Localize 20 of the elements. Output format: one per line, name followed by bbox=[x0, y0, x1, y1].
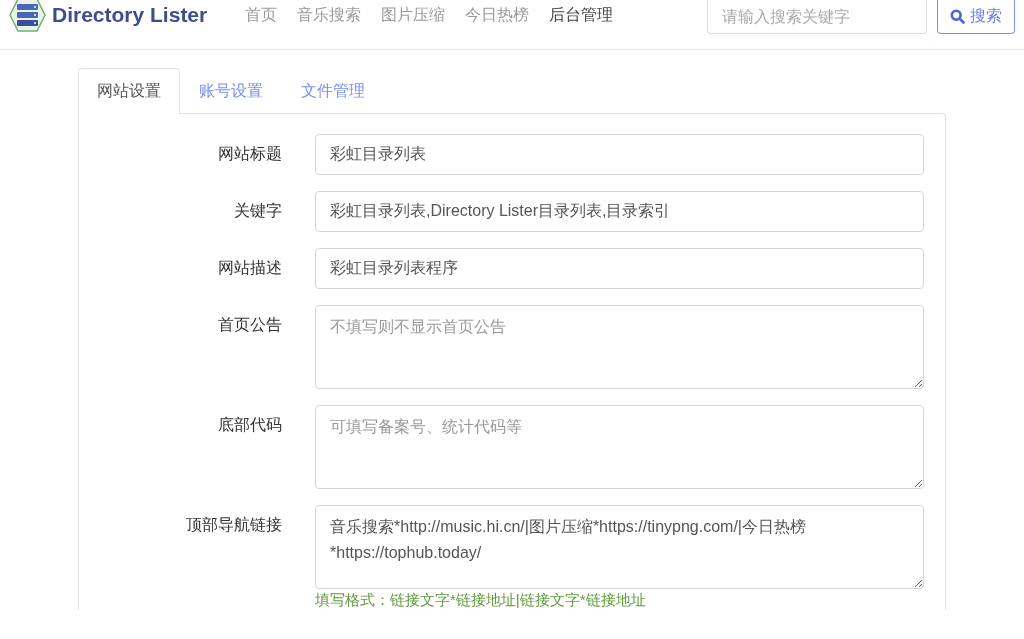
search-field[interactable]: 请输入搜索关键字 bbox=[707, 0, 927, 34]
help-text: 填写格式：链接文字*链接地址|链接文字*链接地址 bbox=[315, 591, 647, 610]
field-label: 关键字 bbox=[233, 201, 282, 221]
nav-link[interactable]: 后台管理 bbox=[549, 4, 614, 26]
field-label: 底部代码 bbox=[217, 415, 282, 435]
field-label: 首页公告 bbox=[217, 315, 282, 335]
field-label: 顶部导航链接 bbox=[185, 515, 282, 535]
field-label: 网站描述 bbox=[217, 258, 282, 278]
input-field[interactable]: 彩虹目录列表 bbox=[315, 134, 924, 175]
brand-name[interactable]: Directory Lister bbox=[52, 3, 208, 27]
logo-icon bbox=[9, 0, 46, 32]
text-area[interactable]: 不填写则不显示首页公告 bbox=[315, 305, 924, 389]
search-button[interactable]: 搜索 bbox=[937, 0, 1015, 34]
text-area[interactable]: 音乐搜索*http://music.hi.cn/|图片压缩*https://tinypng.com/|今日热榜*https://tophub.today/ bbox=[315, 505, 924, 589]
search-icon bbox=[950, 9, 965, 24]
field-label: 网站标题 bbox=[217, 144, 282, 164]
input-field[interactable]: 彩虹目录列表程序 bbox=[315, 248, 924, 289]
text-area[interactable]: 可填写备案号、统计代码等 bbox=[315, 405, 924, 489]
input-field[interactable]: 彩虹目录列表,Directory Lister目录列表,目录索引 bbox=[315, 191, 924, 232]
tab[interactable]: 网站设置 bbox=[78, 68, 180, 114]
